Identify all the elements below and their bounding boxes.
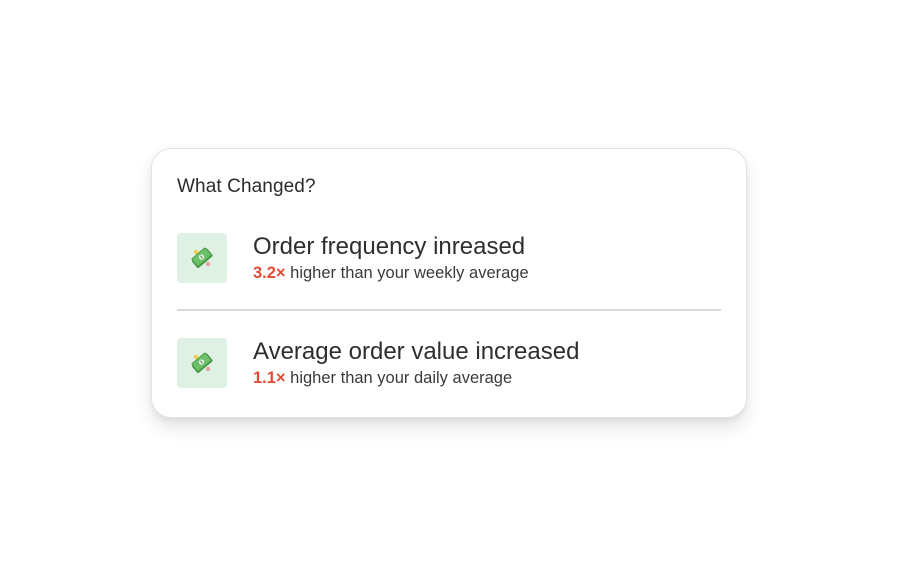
money-bills-icon [177, 338, 227, 388]
page: What Changed? Order frequency inreased 3… [0, 0, 900, 570]
change-heading: Average order value increased [253, 338, 580, 365]
change-item-text: Average order value increased 1.1× highe… [253, 338, 579, 388]
comparison-text: higher than your daily average [285, 369, 513, 387]
change-detail: 1.1× higher than your daily average [253, 368, 579, 388]
multiplier-value: 1.1× [253, 369, 286, 387]
change-item-text: Order frequency inreased 3.2× higher tha… [253, 233, 529, 283]
change-heading: Order frequency inreased [253, 233, 526, 260]
what-changed-card: What Changed? Order frequency inreased 3… [151, 148, 747, 418]
card-title: What Changed? [177, 176, 316, 197]
change-detail: 3.2× higher than your weekly average [253, 263, 529, 283]
change-item: Order frequency inreased 3.2× higher tha… [177, 233, 721, 283]
comparison-text: higher than your weekly average [285, 264, 529, 282]
divider [177, 309, 721, 311]
multiplier-value: 3.2× [253, 264, 286, 282]
change-item: Average order value increased 1.1× highe… [177, 338, 721, 388]
money-bills-icon [177, 233, 227, 283]
